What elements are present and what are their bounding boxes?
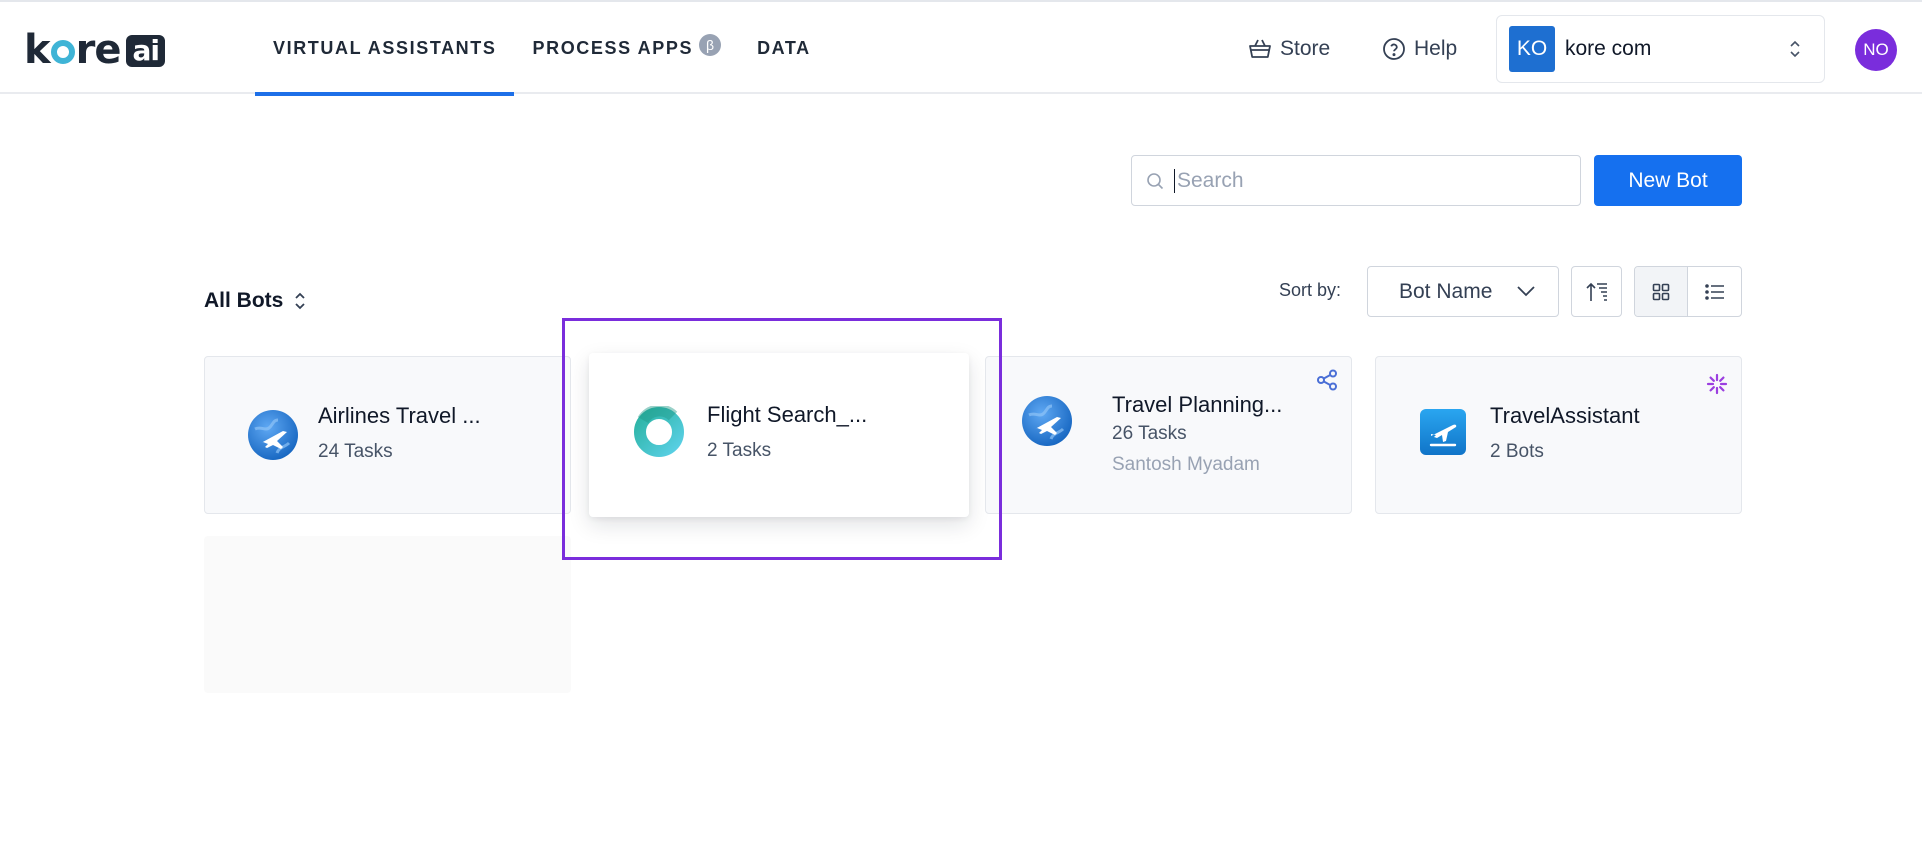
- bot-card-subtitle: 2 Tasks: [707, 440, 772, 461]
- account-initials-badge: KO: [1509, 26, 1555, 72]
- sort-by-label: Sort by:: [1279, 280, 1342, 300]
- store-link[interactable]: Store: [1248, 32, 1330, 66]
- bot-card[interactable]: Flight Search_... 2 Tasks: [589, 353, 969, 517]
- loading-card-placeholder: [204, 536, 571, 693]
- bot-card-title: Flight Search_...: [707, 402, 868, 427]
- account-name: kore com: [1565, 37, 1652, 60]
- nav-tab-label: VIRTUAL ASSISTANTS: [273, 37, 497, 58]
- nav-tab-virtual-assistants[interactable]: VIRTUAL ASSISTANTS: [255, 2, 515, 96]
- bot-card-title: Airlines Travel ...: [318, 403, 481, 428]
- view-mode-toggle: [1634, 266, 1742, 317]
- bot-card[interactable]: Airlines Travel ... 24 Tasks: [204, 356, 571, 514]
- ring-icon: [634, 406, 684, 457]
- bot-card-owner: Santosh Myadam: [1112, 454, 1260, 475]
- list-icon: [1704, 283, 1724, 300]
- main-nav: VIRTUAL ASSISTANTS PROCESS APPS β DATA: [255, 2, 829, 96]
- logo-text-start: k: [24, 27, 51, 73]
- bot-card-subtitle: 24 Tasks: [318, 441, 393, 462]
- airplane-takeoff-icon: [1420, 409, 1466, 455]
- bot-card-subtitle: 26 Tasks: [1112, 423, 1187, 444]
- search-box: [1131, 155, 1581, 206]
- help-circle-icon: [1383, 38, 1405, 60]
- new-bot-button[interactable]: New Bot: [1594, 155, 1742, 206]
- share-icon: [1317, 369, 1337, 391]
- store-label: Store: [1280, 37, 1331, 60]
- chevron-up-down-icon: [1790, 40, 1800, 58]
- help-link[interactable]: Help: [1382, 32, 1457, 66]
- basket-icon: [1249, 39, 1271, 58]
- logo-text-end: re: [75, 27, 122, 73]
- nav-tab-data[interactable]: DATA: [739, 2, 829, 94]
- sparkle-icon: [1706, 373, 1728, 395]
- user-avatar[interactable]: NO: [1855, 29, 1897, 71]
- bot-filter-dropdown[interactable]: All Bots: [204, 285, 307, 317]
- nav-tab-label: PROCESS APPS: [532, 37, 694, 58]
- bot-card[interactable]: Travel Planning... 26 Tasks Santosh Myad…: [985, 356, 1352, 514]
- sort-by-value: Bot Name: [1399, 279, 1493, 303]
- nav-tab-process-apps[interactable]: PROCESS APPS β: [514, 2, 739, 94]
- bot-card-title: TravelAssistant: [1490, 403, 1640, 428]
- nav-tab-label: DATA: [757, 37, 811, 58]
- account-switcher[interactable]: KO kore com: [1496, 15, 1825, 83]
- bot-card[interactable]: TravelAssistant 2 Bots: [1375, 356, 1742, 514]
- kore-ai-logo[interactable]: k re ai: [24, 30, 165, 70]
- list-view-button[interactable]: [1688, 267, 1741, 316]
- globe-plane-icon: [1022, 396, 1072, 446]
- chevron-up-down-icon: [295, 292, 305, 310]
- sort-by-select[interactable]: Bot Name: [1367, 266, 1559, 317]
- sort-order-toggle[interactable]: [1571, 266, 1622, 317]
- search-input[interactable]: [1174, 168, 1554, 193]
- bot-card-subtitle: 2 Bots: [1490, 441, 1544, 462]
- globe-plane-icon: [248, 410, 298, 460]
- help-label: Help: [1414, 37, 1458, 60]
- bot-filter-label: All Bots: [204, 289, 284, 312]
- top-header: k re ai VIRTUAL ASSISTANTS PROCESS APPS β …: [0, 0, 1922, 96]
- bot-card-title: Travel Planning...: [1112, 392, 1283, 417]
- sort-ascending-icon: [1585, 282, 1607, 301]
- grid-icon: [1652, 283, 1670, 300]
- beta-badge: β: [699, 34, 722, 56]
- logo-o-ring: [50, 40, 75, 64]
- grid-view-button[interactable]: [1635, 267, 1689, 316]
- logo-ai-badge: ai: [126, 35, 165, 67]
- search-icon: [1147, 172, 1164, 189]
- chevron-down-icon: [1517, 286, 1535, 297]
